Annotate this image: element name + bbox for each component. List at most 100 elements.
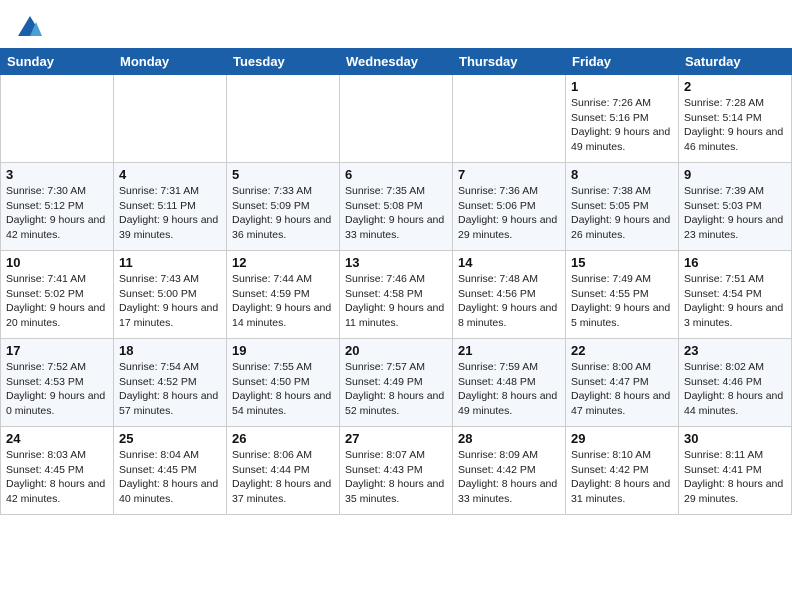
day-number: 18 [119,343,221,358]
calendar-week-row: 17 Sunrise: 7:52 AM Sunset: 4:53 PM Dayli… [1,339,792,427]
logo-icon [16,14,44,42]
day-number: 24 [6,431,108,446]
day-detail: Sunrise: 7:36 AM Sunset: 5:06 PM Dayligh… [458,184,560,243]
day-detail: Sunrise: 7:48 AM Sunset: 4:56 PM Dayligh… [458,272,560,331]
day-detail: Sunrise: 7:35 AM Sunset: 5:08 PM Dayligh… [345,184,447,243]
calendar-cell: 17 Sunrise: 7:52 AM Sunset: 4:53 PM Dayli… [1,339,114,427]
day-number: 29 [571,431,673,446]
day-detail: Sunrise: 7:39 AM Sunset: 5:03 PM Dayligh… [684,184,786,243]
calendar-cell: 8 Sunrise: 7:38 AM Sunset: 5:05 PM Daylig… [566,163,679,251]
day-number: 23 [684,343,786,358]
day-detail: Sunrise: 7:38 AM Sunset: 5:05 PM Dayligh… [571,184,673,243]
col-header-tuesday: Tuesday [227,49,340,75]
calendar-cell [114,75,227,163]
day-detail: Sunrise: 7:59 AM Sunset: 4:48 PM Dayligh… [458,360,560,419]
day-detail: Sunrise: 7:44 AM Sunset: 4:59 PM Dayligh… [232,272,334,331]
calendar-cell: 25 Sunrise: 8:04 AM Sunset: 4:45 PM Dayli… [114,427,227,515]
calendar-cell: 28 Sunrise: 8:09 AM Sunset: 4:42 PM Dayli… [453,427,566,515]
col-header-thursday: Thursday [453,49,566,75]
day-detail: Sunrise: 7:28 AM Sunset: 5:14 PM Dayligh… [684,96,786,155]
day-number: 2 [684,79,786,94]
calendar-cell: 30Sunrise: 8:11 AM Sunset: 4:41 PM Dayli… [679,427,792,515]
calendar-cell [227,75,340,163]
day-detail: Sunrise: 8:04 AM Sunset: 4:45 PM Dayligh… [119,448,221,507]
day-detail: Sunrise: 8:11 AM Sunset: 4:41 PM Dayligh… [684,448,786,507]
calendar-cell: 18 Sunrise: 7:54 AM Sunset: 4:52 PM Dayli… [114,339,227,427]
calendar-cell: 13Sunrise: 7:46 AM Sunset: 4:58 PM Dayli… [340,251,453,339]
col-header-friday: Friday [566,49,679,75]
day-number: 4 [119,167,221,182]
calendar-week-row: 24 Sunrise: 8:03 AM Sunset: 4:45 PM Dayli… [1,427,792,515]
day-number: 19 [232,343,334,358]
calendar-cell [340,75,453,163]
calendar-cell: 20Sunrise: 7:57 AM Sunset: 4:49 PM Dayli… [340,339,453,427]
day-number: 10 [6,255,108,270]
calendar-cell: 1Sunrise: 7:26 AM Sunset: 5:16 PM Daylig… [566,75,679,163]
day-number: 27 [345,431,447,446]
calendar-cell: 22 Sunrise: 8:00 AM Sunset: 4:47 PM Dayli… [566,339,679,427]
calendar-cell: 29 Sunrise: 8:10 AM Sunset: 4:42 PM Dayli… [566,427,679,515]
day-number: 16 [684,255,786,270]
calendar-cell: 14 Sunrise: 7:48 AM Sunset: 4:56 PM Dayli… [453,251,566,339]
day-number: 14 [458,255,560,270]
day-detail: Sunrise: 8:00 AM Sunset: 4:47 PM Dayligh… [571,360,673,419]
day-detail: Sunrise: 7:51 AM Sunset: 4:54 PM Dayligh… [684,272,786,331]
day-number: 13 [345,255,447,270]
day-detail: Sunrise: 8:10 AM Sunset: 4:42 PM Dayligh… [571,448,673,507]
calendar-cell [453,75,566,163]
calendar-week-row: 1Sunrise: 7:26 AM Sunset: 5:16 PM Daylig… [1,75,792,163]
day-detail: Sunrise: 7:52 AM Sunset: 4:53 PM Dayligh… [6,360,108,419]
day-detail: Sunrise: 8:03 AM Sunset: 4:45 PM Dayligh… [6,448,108,507]
day-number: 15 [571,255,673,270]
day-detail: Sunrise: 7:49 AM Sunset: 4:55 PM Dayligh… [571,272,673,331]
day-number: 17 [6,343,108,358]
day-detail: Sunrise: 7:57 AM Sunset: 4:49 PM Dayligh… [345,360,447,419]
col-header-wednesday: Wednesday [340,49,453,75]
day-detail: Sunrise: 7:31 AM Sunset: 5:11 PM Dayligh… [119,184,221,243]
calendar-table: SundayMondayTuesdayWednesdayThursdayFrid… [0,48,792,515]
day-number: 25 [119,431,221,446]
day-detail: Sunrise: 8:07 AM Sunset: 4:43 PM Dayligh… [345,448,447,507]
calendar-cell: 24 Sunrise: 8:03 AM Sunset: 4:45 PM Dayli… [1,427,114,515]
calendar-cell: 23Sunrise: 8:02 AM Sunset: 4:46 PM Dayli… [679,339,792,427]
calendar-cell: 12 Sunrise: 7:44 AM Sunset: 4:59 PM Dayli… [227,251,340,339]
day-number: 8 [571,167,673,182]
day-number: 28 [458,431,560,446]
day-detail: Sunrise: 8:09 AM Sunset: 4:42 PM Dayligh… [458,448,560,507]
day-detail: Sunrise: 7:54 AM Sunset: 4:52 PM Dayligh… [119,360,221,419]
page-header [0,0,792,48]
col-header-saturday: Saturday [679,49,792,75]
day-detail: Sunrise: 7:30 AM Sunset: 5:12 PM Dayligh… [6,184,108,243]
calendar-cell: 27 Sunrise: 8:07 AM Sunset: 4:43 PM Dayli… [340,427,453,515]
col-header-sunday: Sunday [1,49,114,75]
calendar-cell: 21 Sunrise: 7:59 AM Sunset: 4:48 PM Dayli… [453,339,566,427]
calendar-cell: 11Sunrise: 7:43 AM Sunset: 5:00 PM Dayli… [114,251,227,339]
day-number: 7 [458,167,560,182]
col-header-monday: Monday [114,49,227,75]
calendar-cell: 2 Sunrise: 7:28 AM Sunset: 5:14 PM Daylig… [679,75,792,163]
day-detail: Sunrise: 8:06 AM Sunset: 4:44 PM Dayligh… [232,448,334,507]
day-detail: Sunrise: 7:41 AM Sunset: 5:02 PM Dayligh… [6,272,108,331]
day-number: 5 [232,167,334,182]
day-number: 11 [119,255,221,270]
day-number: 1 [571,79,673,94]
logo [16,14,48,42]
calendar-cell: 10 Sunrise: 7:41 AM Sunset: 5:02 PM Dayli… [1,251,114,339]
day-number: 6 [345,167,447,182]
calendar-header-row: SundayMondayTuesdayWednesdayThursdayFrid… [1,49,792,75]
calendar-cell [1,75,114,163]
day-number: 22 [571,343,673,358]
day-number: 26 [232,431,334,446]
day-number: 21 [458,343,560,358]
calendar-cell: 4 Sunrise: 7:31 AM Sunset: 5:11 PM Daylig… [114,163,227,251]
day-number: 12 [232,255,334,270]
calendar-cell: 5 Sunrise: 7:33 AM Sunset: 5:09 PM Daylig… [227,163,340,251]
calendar-week-row: 10 Sunrise: 7:41 AM Sunset: 5:02 PM Dayli… [1,251,792,339]
calendar-cell: 19Sunrise: 7:55 AM Sunset: 4:50 PM Dayli… [227,339,340,427]
calendar-cell: 16 Sunrise: 7:51 AM Sunset: 4:54 PM Dayli… [679,251,792,339]
calendar-cell: 26 Sunrise: 8:06 AM Sunset: 4:44 PM Dayli… [227,427,340,515]
calendar-cell: 15 Sunrise: 7:49 AM Sunset: 4:55 PM Dayli… [566,251,679,339]
day-number: 3 [6,167,108,182]
calendar-cell: 7 Sunrise: 7:36 AM Sunset: 5:06 PM Daylig… [453,163,566,251]
day-detail: Sunrise: 7:33 AM Sunset: 5:09 PM Dayligh… [232,184,334,243]
